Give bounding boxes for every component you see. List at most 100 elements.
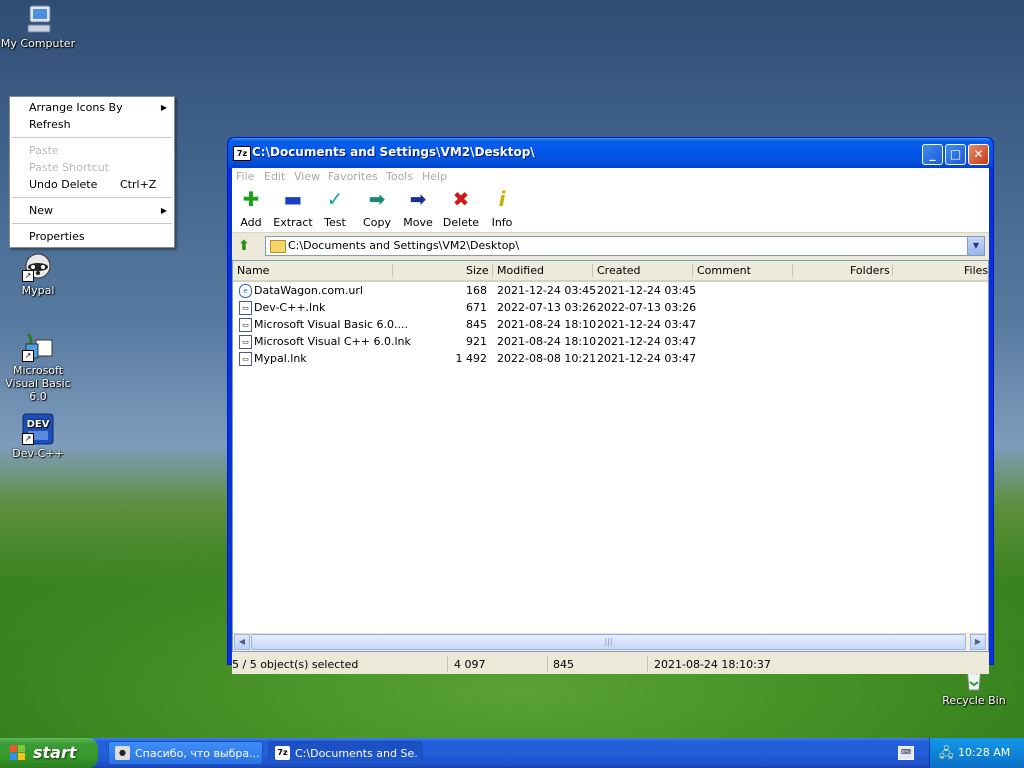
status-modified: 2021-08-24 18:10:37 (654, 658, 771, 671)
menu-favorites[interactable]: Favorites (328, 170, 378, 183)
file-created: 2021-12-24 03:47 (597, 335, 697, 348)
table-row[interactable]: ▭ Dev-C++.lnk 671 2022-07-13 03:26 2022-… (233, 299, 988, 316)
taskbar-button-browser[interactable]: ● Спасибо, что выбра... (108, 741, 263, 765)
taskbar-button-7zip[interactable]: 7z C:\Documents and Se... (268, 741, 423, 765)
column-divider[interactable] (792, 264, 793, 277)
add-button[interactable]: ✚ Add (229, 188, 273, 229)
internet-shortcut-icon: e (239, 284, 252, 298)
column-header-created[interactable]: Created (597, 264, 641, 277)
menu-item-new[interactable]: New ▶ (10, 202, 174, 219)
status-total-size: 4 097 (454, 658, 486, 671)
table-row[interactable]: ▭ Microsoft Visual Basic 6.0.... 845 202… (233, 316, 988, 333)
dev-cpp-icon: DEV ↗ (22, 413, 54, 445)
menu-item-arrange-icons-by[interactable]: Arrange Icons By ▶ (10, 99, 174, 116)
minimize-button[interactable]: _ (922, 144, 943, 165)
desktop-icon-visual-basic[interactable]: ↗ Microsoft Visual Basic 6.0 (0, 330, 78, 403)
start-label: start (33, 743, 77, 762)
extract-button[interactable]: ▬ Extract (271, 188, 315, 229)
menu-edit[interactable]: Edit (264, 170, 285, 183)
close-button[interactable]: ✕ (968, 144, 989, 165)
chevron-left-icon: ◀ (238, 637, 246, 646)
system-tray: ⌨ 🖧 10:28 AM (898, 738, 1024, 768)
list-header: Name Size Modified Created Comment Folde… (233, 261, 988, 282)
menu-item-undo-delete[interactable]: Undo Delete Ctrl+Z (10, 176, 174, 193)
menu-item-paste-shortcut[interactable]: Paste Shortcut (10, 159, 174, 176)
file-modified: 2021-08-24 18:10 (497, 335, 597, 348)
keyboard-layout-icon[interactable]: ⌨ (898, 746, 914, 760)
file-list[interactable]: Name Size Modified Created Comment Folde… (232, 260, 989, 652)
app-icon: 7z (233, 146, 251, 161)
title-bar[interactable]: 7z C:\Documents and Settings\VM2\Desktop… (228, 138, 993, 168)
file-modified: 2022-08-08 10:21 (497, 352, 597, 365)
column-divider[interactable] (892, 264, 893, 277)
desktop-icon-my-computer[interactable]: My Computer (0, 3, 78, 50)
desktop-icon-label: Mypal (21, 284, 55, 297)
start-button[interactable]: start (0, 738, 98, 768)
column-header-modified[interactable]: Modified (497, 264, 544, 277)
menu-item-label: Paste Shortcut (29, 161, 110, 174)
info-button[interactable]: i Info (480, 188, 524, 229)
column-header-name[interactable]: Name (237, 264, 269, 277)
desktop-icon-label: Microsoft Visual Basic 6.0 (5, 364, 71, 403)
menu-item-properties[interactable]: Properties (10, 228, 174, 245)
computer-icon (22, 3, 54, 35)
toolbar: ✚ Add ▬ Extract ✓ Test ➡ Copy ➡ Move ✖ D… (232, 184, 989, 233)
move-button[interactable]: ➡ Move (396, 188, 440, 229)
column-divider[interactable] (692, 264, 693, 277)
shortcut-file-icon: ▭ (239, 301, 252, 315)
column-divider[interactable] (492, 264, 493, 277)
delete-button[interactable]: ✖ Delete (439, 188, 483, 229)
network-icon[interactable]: 🖧 (939, 744, 954, 766)
menu-help[interactable]: Help (422, 170, 447, 183)
taskbar: start ● Спасибо, что выбра... 7z C:\Docu… (0, 738, 1024, 768)
column-header-comment[interactable]: Comment (697, 264, 751, 277)
column-header-files[interactable]: Files (964, 264, 988, 277)
address-dropdown-button[interactable]: ▼ (967, 237, 984, 255)
menu-file[interactable]: File (236, 170, 254, 183)
column-divider[interactable] (592, 264, 593, 277)
table-row[interactable]: ▭ Mypal.lnk 1 492 2022-08-08 10:21 2021-… (233, 350, 988, 367)
info-label: Info (491, 216, 513, 229)
submenu-arrow-icon: ▶ (160, 206, 167, 215)
check-icon: ✓ (326, 187, 344, 211)
table-row[interactable]: e DataWagon.com.url 168 2021-12-24 03:45… (233, 282, 988, 299)
maximize-icon: □ (949, 147, 962, 161)
app-7zip-icon: 7z (275, 746, 290, 760)
horizontal-scrollbar[interactable]: ◀ ||| ▶ (233, 633, 988, 651)
column-divider[interactable] (392, 264, 393, 277)
menu-item-paste[interactable]: Paste (10, 142, 174, 159)
file-name: Microsoft Visual C++ 6.0.lnk (254, 335, 411, 348)
info-icon: i (498, 187, 506, 211)
address-combobox[interactable]: C:\Documents and Settings\VM2\Desktop\ ▼ (265, 236, 985, 256)
scroll-left-button[interactable]: ◀ (234, 634, 250, 650)
status-divider (547, 656, 548, 672)
address-row: ⬆ C:\Documents and Settings\VM2\Desktop\… (232, 234, 989, 258)
menu-view[interactable]: View (294, 170, 320, 183)
menu-separator (12, 197, 172, 198)
copy-button[interactable]: ➡ Copy (355, 188, 399, 229)
copy-label: Copy (363, 216, 391, 229)
file-created: 2021-12-24 03:47 (597, 318, 697, 331)
chevron-down-icon: ▼ (972, 241, 980, 250)
file-created: 2021-12-24 03:47 (597, 352, 697, 365)
add-label: Add (240, 216, 262, 229)
desktop-icon-mypal[interactable]: ↗ Mypal (0, 250, 78, 297)
menu-tools[interactable]: Tools (386, 170, 413, 183)
test-button[interactable]: ✓ Test (313, 188, 357, 229)
maximize-button[interactable]: □ (945, 144, 966, 165)
menu-item-refresh[interactable]: Refresh (10, 116, 174, 133)
status-selection: 5 / 5 object(s) selected (232, 658, 359, 671)
desktop-icon-dev-cpp[interactable]: DEV ↗ Dev-C++ (0, 413, 78, 460)
up-folder-button[interactable]: ⬆ (235, 237, 253, 255)
column-header-folders[interactable]: Folders (850, 264, 890, 277)
shortcut-arrow-icon: ↗ (22, 350, 34, 362)
column-header-size[interactable]: Size (466, 264, 489, 277)
file-created: 2021-12-24 03:45 (597, 284, 697, 297)
scroll-right-button[interactable]: ▶ (970, 634, 986, 650)
table-row[interactable]: ▭ Microsoft Visual C++ 6.0.lnk 921 2021-… (233, 333, 988, 350)
move-label: Move (403, 216, 433, 229)
scroll-thumb[interactable]: ||| (251, 634, 966, 650)
svg-text:DEV: DEV (27, 419, 50, 430)
clock[interactable]: 10:28 AM (958, 746, 1010, 759)
file-created: 2022-07-13 03:26 (597, 301, 697, 314)
